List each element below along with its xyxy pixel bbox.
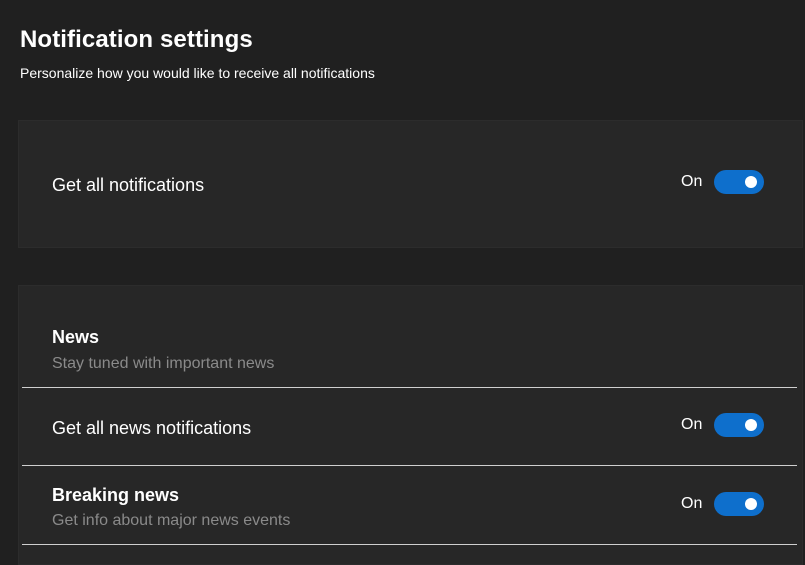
- page-subtitle: Personalize how you would like to receiv…: [20, 65, 375, 81]
- all-notifications-label: Get all notifications: [52, 175, 205, 195]
- notification-settings-page: Notification settings Personalize how yo…: [0, 0, 805, 565]
- divider: [22, 387, 797, 388]
- breaking-news-toggle[interactable]: [714, 492, 765, 516]
- all-news-state: On: [681, 416, 703, 433]
- breaking-news-toggle-group[interactable]: On: [681, 492, 765, 516]
- all-notifications-toggle[interactable]: [714, 170, 765, 194]
- toggle-knob: [745, 176, 758, 188]
- breaking-news-state: On: [681, 495, 703, 512]
- news-section-title: News: [52, 327, 100, 347]
- page-title: Notification settings: [20, 26, 253, 53]
- breaking-news-description: Get info about major news events: [52, 512, 291, 529]
- all-news-label: Get all news notifications: [52, 418, 252, 438]
- divider: [22, 465, 797, 466]
- all-notifications-toggle-group[interactable]: On: [681, 170, 765, 194]
- divider: [22, 544, 797, 545]
- all-news-toggle[interactable]: [714, 413, 765, 437]
- all-news-toggle-group[interactable]: On: [681, 413, 765, 437]
- toggle-knob: [745, 419, 758, 431]
- toggle-knob: [745, 498, 758, 510]
- breaking-news-title: Breaking news: [52, 485, 180, 505]
- all-notifications-state: On: [681, 173, 703, 190]
- news-section-description: Stay tuned with important news: [52, 355, 275, 372]
